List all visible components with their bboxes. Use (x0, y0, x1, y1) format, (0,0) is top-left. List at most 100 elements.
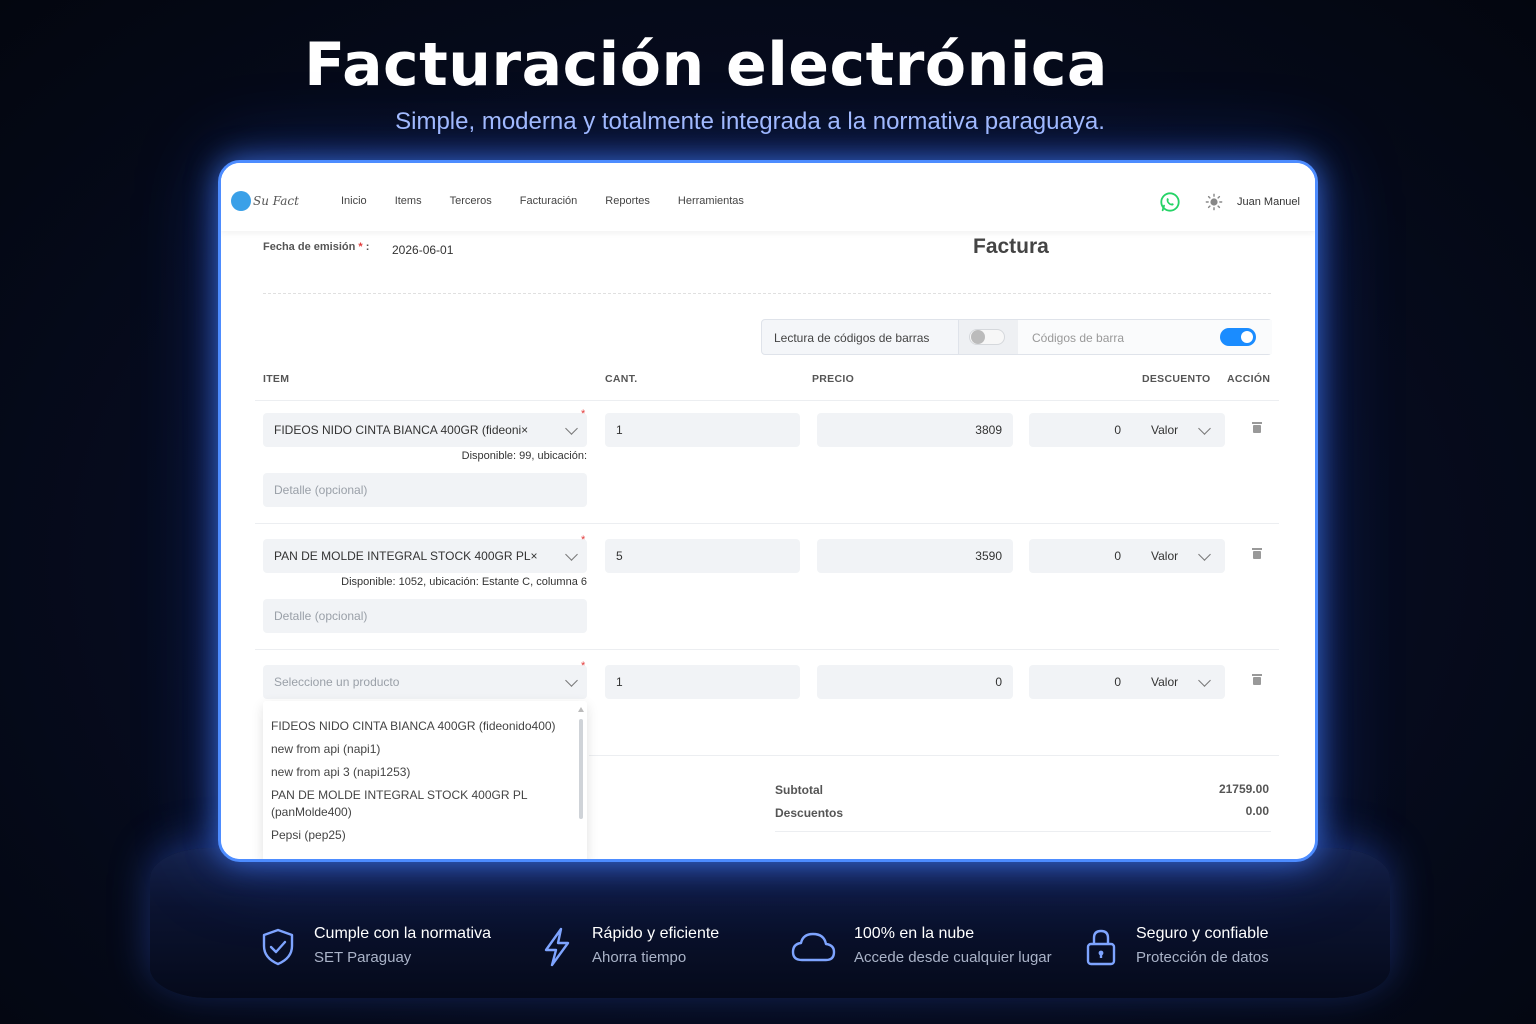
discount-type-select[interactable]: Valor (1151, 423, 1178, 437)
column-header-cant: CANT. (605, 373, 638, 385)
barcode-reading-label: Lectura de códigos de barras (774, 331, 930, 345)
quantity-input[interactable]: 1 (605, 665, 800, 699)
logo-text: Su Fact (253, 194, 299, 208)
price-input[interactable]: 3809 (817, 413, 1013, 447)
item-select[interactable]: Seleccione un producto (263, 665, 587, 699)
row-divider (255, 523, 1279, 524)
discount-group: 0 Valor (1029, 539, 1225, 573)
dropdown-option[interactable]: new from api 3 (napi1253) (263, 761, 587, 784)
divider (263, 293, 1271, 294)
feature-normativa: Cumple con la normativa SET Paraguay (260, 908, 491, 986)
whatsapp-icon[interactable] (1159, 191, 1181, 213)
column-header-descuento: DESCUENTO (1142, 373, 1211, 385)
discount-input[interactable]: 0 (1029, 675, 1121, 689)
fecha-emision-value[interactable]: 2026-06-01 (392, 243, 453, 257)
chevron-down-icon (565, 422, 578, 435)
row-divider (589, 755, 1279, 756)
nav-item-facturacion[interactable]: Facturación (520, 195, 577, 207)
row-divider (255, 400, 1279, 401)
column-header-accion: ACCIÓN (1227, 373, 1271, 385)
chevron-down-icon (1198, 422, 1211, 435)
logo-mark (231, 191, 251, 211)
scroll-up-icon[interactable] (578, 707, 584, 712)
detail-input[interactable]: Detalle (opcional) (263, 473, 587, 507)
app-screen: Su Fact Inicio Items Terceros Facturació… (218, 160, 1318, 862)
price-input[interactable]: 0 (817, 665, 1013, 699)
column-header-item: ITEM (263, 373, 290, 385)
dropdown-scrollbar[interactable] (579, 719, 583, 819)
chevron-down-icon (565, 548, 578, 561)
theme-toggle-icon[interactable] (1205, 193, 1223, 211)
dropdown-option[interactable]: FIDEOS NIDO CINTA BIANCA 400GR (fideonid… (263, 715, 587, 738)
delete-row-icon[interactable] (1252, 422, 1262, 433)
discount-group: 0 Valor (1029, 665, 1225, 699)
barcode-settings: Lectura de códigos de barras Códigos de … (761, 319, 1272, 355)
dropdown-option[interactable]: Pepsi (pep25) (263, 824, 587, 847)
main-nav: Inicio Items Terceros Facturación Report… (341, 195, 772, 207)
chevron-down-icon (1198, 548, 1211, 561)
item-select[interactable]: FIDEOS NIDO CINTA BIANCA 400GR (fideoni× (263, 413, 587, 447)
fecha-emision-label: Fecha de emisión * : (263, 241, 370, 253)
page-title: Factura (973, 235, 1049, 258)
feature-rapido: Rápido y eficiente Ahorra tiempo (540, 908, 719, 986)
feature-title: 100% en la nube (854, 925, 975, 942)
feature-seguro: Seguro y confiable Protección de datos (1084, 908, 1269, 986)
feature-subtitle: Protección de datos (1136, 949, 1269, 966)
shield-check-icon (262, 928, 294, 966)
barcodes-toggle[interactable] (1220, 328, 1256, 346)
discount-input[interactable]: 0 (1029, 423, 1121, 437)
detail-input[interactable]: Detalle (opcional) (263, 599, 587, 633)
hero-subtitle: Simple, moderna y totalmente integrada a… (395, 108, 1105, 135)
delete-row-icon[interactable] (1252, 674, 1262, 685)
subtotal-value: 21759.00 (1218, 782, 1269, 796)
quantity-input[interactable]: 5 (605, 539, 800, 573)
required-marker: * (581, 534, 586, 546)
item-select[interactable]: PAN DE MOLDE INTEGRAL STOCK 400GR PL× (263, 539, 587, 573)
required-marker: * (581, 660, 586, 672)
feature-title: Rápido y eficiente (592, 925, 720, 942)
nav-item-reportes[interactable]: Reportes (605, 195, 650, 207)
cloud-icon (791, 932, 836, 962)
features-bar: Cumple con la normativa SET Paraguay Ráp… (240, 908, 1300, 986)
chevron-down-icon (565, 674, 578, 687)
required-marker: * (581, 408, 586, 420)
price-input[interactable]: 3590 (817, 539, 1013, 573)
discount-group: 0 Valor (1029, 413, 1225, 447)
nav-item-inicio[interactable]: Inicio (341, 195, 367, 207)
feature-subtitle: Accede desde cualquier lugar (854, 949, 1052, 966)
toggle-knob (1241, 331, 1253, 343)
user-menu[interactable]: Juan Manuel (1237, 196, 1300, 208)
nav-item-items[interactable]: Items (395, 195, 422, 207)
invoice-app: Su Fact Inicio Items Terceros Facturació… (221, 163, 1315, 859)
discount-type-select[interactable]: Valor (1151, 675, 1178, 689)
feature-title: Seguro y confiable (1136, 925, 1269, 942)
descuentos-label: Descuentos (775, 806, 844, 820)
feature-title: Cumple con la normativa (314, 925, 491, 942)
subtotal-label: Subtotal (775, 783, 823, 797)
quantity-input[interactable]: 1 (605, 413, 800, 447)
feature-nube: 100% en la nube Accede desde cualquier l… (790, 908, 1052, 986)
barcodes-label: Códigos de barra (1032, 331, 1125, 345)
lock-icon (1086, 929, 1116, 966)
lightning-icon (544, 927, 570, 967)
availability-text: Disponible: 99, ubicación: (461, 450, 587, 462)
hero-title: Facturación electrónica (304, 30, 1108, 100)
feature-subtitle: Ahorra tiempo (592, 949, 687, 966)
feature-subtitle: SET Paraguay (314, 949, 412, 966)
top-navbar: Su Fact Inicio Items Terceros Facturació… (221, 163, 1315, 231)
barcodes-area: Códigos de barra (1018, 320, 1272, 354)
barcode-reading-toggle[interactable] (958, 320, 1018, 354)
nav-item-terceros[interactable]: Terceros (450, 195, 492, 207)
product-dropdown: FIDEOS NIDO CINTA BIANCA 400GR (fideonid… (263, 701, 587, 859)
nav-item-herramientas[interactable]: Herramientas (678, 195, 744, 207)
dropdown-option[interactable]: PAN DE MOLDE INTEGRAL STOCK 400GR PL (pa… (263, 784, 587, 824)
dropdown-option[interactable]: new from api (napi1) (263, 738, 587, 761)
app-logo[interactable]: Su Fact (231, 191, 299, 211)
discount-type-select[interactable]: Valor (1151, 549, 1178, 563)
descuentos-value: 0.00 (1245, 804, 1269, 818)
availability-text: Disponible: 1052, ubicación: Estante C, … (341, 576, 587, 588)
discount-input[interactable]: 0 (1029, 549, 1121, 563)
column-header-precio: PRECIO (812, 373, 855, 385)
row-divider (255, 649, 1279, 650)
delete-row-icon[interactable] (1252, 548, 1262, 559)
